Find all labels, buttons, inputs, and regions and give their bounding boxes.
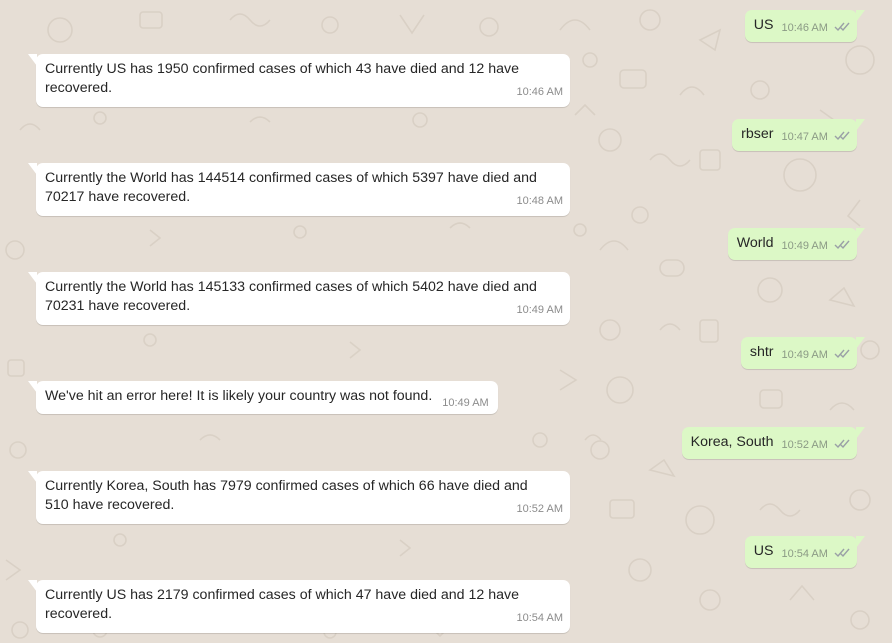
outgoing-message[interactable]: US 10:46 AM [744, 10, 866, 42]
message-text: Korea, South [690, 434, 774, 450]
message-text: US [753, 543, 774, 559]
incoming-message[interactable]: We've hit an error here! It is likely yo… [28, 381, 498, 414]
incoming-message[interactable]: Currently Korea, South has 7979 confirme… [28, 471, 570, 524]
outgoing-message[interactable]: US 10:54 AM [744, 536, 866, 568]
message-time: 10:46 AM [516, 86, 563, 98]
message-time: 10:52 AM [516, 503, 563, 515]
message-time: 10:49 AM [516, 304, 563, 316]
incoming-message[interactable]: Currently US has 2179 confirmed cases of… [28, 580, 570, 633]
message-time: 10:46 AM [781, 22, 828, 34]
message-text: World [736, 235, 774, 251]
message-time: 10:48 AM [516, 195, 563, 207]
message-text: shtr [749, 344, 774, 360]
message-text: Currently Korea, South has 7979 confirme… [45, 478, 528, 513]
outgoing-message[interactable]: World 10:49 AM [727, 228, 866, 260]
message-time: 10:49 AM [781, 349, 828, 361]
message-time: 10:52 AM [781, 439, 828, 451]
message-text: US [753, 17, 774, 33]
double-check-icon [834, 548, 850, 558]
message-text: Currently the World has 144514 confirmed… [45, 170, 537, 205]
incoming-message[interactable]: Currently US has 1950 confirmed cases of… [28, 54, 570, 107]
message-time: 10:49 AM [781, 240, 828, 252]
outgoing-message[interactable]: Korea, South 10:52 AM [681, 427, 866, 459]
message-text: We've hit an error here! It is likely yo… [45, 388, 433, 404]
outgoing-message[interactable]: rbser 10:47 AM [732, 119, 865, 151]
double-check-icon [834, 349, 850, 359]
double-check-icon [834, 240, 850, 250]
incoming-message[interactable]: Currently the World has 145133 confirmed… [28, 272, 570, 325]
message-text: rbser [741, 126, 774, 142]
message-time: 10:54 AM [516, 612, 563, 624]
double-check-icon [834, 439, 850, 449]
incoming-message[interactable]: Currently the World has 144514 confirmed… [28, 163, 570, 216]
message-text: Currently US has 2179 confirmed cases of… [45, 587, 519, 622]
message-time: 10:47 AM [781, 131, 828, 143]
outgoing-message[interactable]: shtr 10:49 AM [740, 337, 866, 369]
message-time: 10:54 AM [781, 548, 828, 560]
message-text: Currently US has 1950 confirmed cases of… [45, 61, 519, 96]
message-text: Currently the World has 145133 confirmed… [45, 279, 537, 314]
double-check-icon [834, 131, 850, 141]
double-check-icon [834, 22, 850, 32]
message-time: 10:49 AM [442, 397, 489, 409]
